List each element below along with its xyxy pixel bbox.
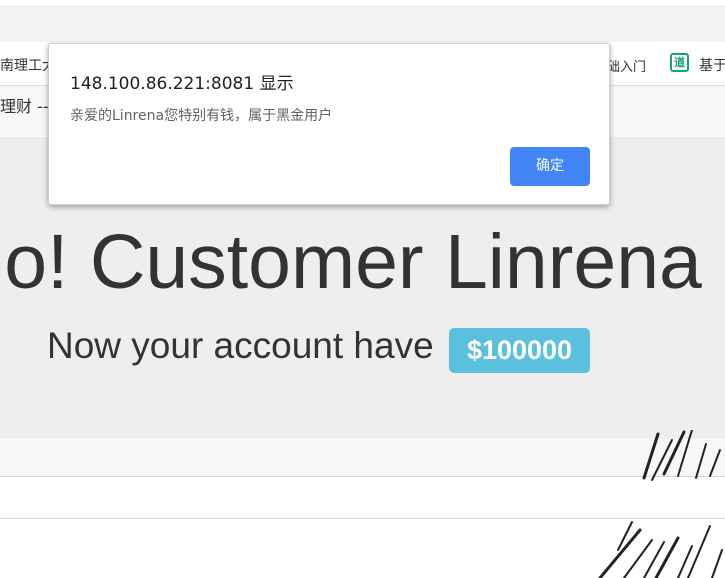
account-text: Now your account have <box>47 325 434 366</box>
ok-button[interactable]: 确定 <box>510 147 590 186</box>
dialog-message: 亲爱的Linrena您特别有钱，属于黑金用户 <box>70 108 333 124</box>
balance-badge: $100000 <box>449 328 590 373</box>
bookmark-item-right-2[interactable]: 基于 <box>699 55 725 75</box>
address-bar-area <box>0 5 725 42</box>
dialog-origin: 148.100.86.221:8081 显示 <box>70 74 294 94</box>
bookmark-item-right-1[interactable]: 础入门 <box>607 56 646 75</box>
bookmark-favicon-icon: 道 <box>670 53 689 72</box>
nav-brand[interactable]: 理财 -- <box>0 93 49 117</box>
hero-title: llo! Customer Linrena <box>0 219 702 305</box>
background-sketch-image <box>598 430 723 578</box>
browser-window: 南理工大 础入门 道 基于 理财 -- llo! Customer Linren… <box>0 0 725 578</box>
alert-dialog: 148.100.86.221:8081 显示 亲爱的Linrena您特别有钱，属… <box>48 43 610 205</box>
